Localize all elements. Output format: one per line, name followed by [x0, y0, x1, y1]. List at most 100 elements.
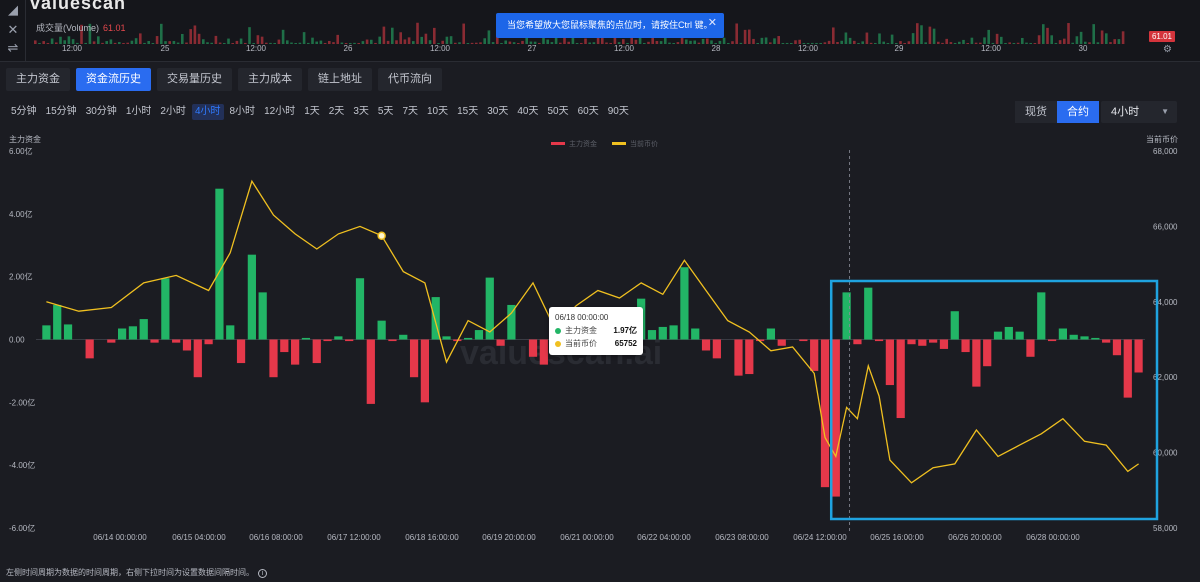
period-option[interactable]: 30分钟: [83, 104, 120, 120]
mini-time-tick: 26: [343, 44, 353, 53]
fund-flow-bar: [355, 278, 365, 340]
legend-label: 当前币价: [630, 139, 658, 148]
mini-volume-bar: [248, 27, 251, 44]
period-option[interactable]: 3天: [350, 104, 372, 120]
mini-volume-bar: [97, 36, 100, 44]
period-option[interactable]: 60天: [575, 104, 602, 120]
chevron-down-icon: ▼: [1161, 107, 1169, 116]
tab-3[interactable]: 主力成本: [238, 68, 302, 91]
tab-4[interactable]: 链上地址: [308, 68, 372, 91]
mini-time-tick: 28: [711, 44, 721, 53]
fund-flow-bar: [496, 339, 505, 346]
mini-volume-bar: [59, 36, 62, 44]
mini-time-axis: 12:00 25 12:00 26 12:00 27 12:00 28 12:00 29 12:00…: [0, 44, 1200, 58]
period-option[interactable]: 15分钟: [43, 104, 80, 120]
fund-flow-bar: [745, 339, 754, 375]
mini-volume-bar: [844, 32, 848, 44]
market-toggle: 现货 合约: [1015, 101, 1099, 123]
fund-flow-bar: [939, 339, 949, 349]
mini-volume-bar: [1079, 31, 1083, 44]
mini-volume-bar: [281, 29, 285, 44]
fund-flow-bar: [691, 328, 700, 340]
period-option[interactable]: 30天: [484, 104, 511, 120]
mini-volume-bar: [920, 25, 923, 44]
right-axis-tick: 68,000: [1153, 147, 1178, 156]
mini-volume-bar: [1100, 30, 1104, 44]
mini-volume-bar: [743, 29, 747, 44]
tab-1[interactable]: 资金流历史: [76, 68, 151, 91]
period-option[interactable]: 5天: [375, 104, 397, 120]
x-axis-tick: 06/15 04:00:00: [172, 533, 226, 542]
mini-volume-bar: [983, 37, 986, 44]
period-option[interactable]: 15天: [454, 104, 481, 120]
interval-select[interactable]: 4小时 ▼: [1101, 101, 1177, 123]
tab-0[interactable]: 主力资金: [6, 68, 70, 91]
period-option[interactable]: 2天: [326, 104, 348, 120]
volume-label: 成交量(Volume) 61.01: [36, 23, 126, 33]
close-icon[interactable]: ✕: [708, 11, 717, 36]
fund-flow-bar: [345, 339, 354, 342]
fund-flow-bar: [1123, 339, 1132, 398]
period-option[interactable]: 2小时: [157, 104, 189, 120]
price-badge: 61.01: [1149, 31, 1175, 42]
period-option[interactable]: 40天: [514, 104, 541, 120]
contract-button[interactable]: 合约: [1057, 101, 1099, 123]
logo-text: valuescan: [30, 0, 127, 13]
period-option[interactable]: 50天: [545, 104, 572, 120]
mini-volume-bar: [777, 36, 780, 44]
mini-time-tick: 12:00: [429, 44, 451, 53]
legend-swatch: [612, 142, 626, 145]
mini-volume-bar: [832, 27, 835, 44]
left-axis-tick: -2.00亿: [9, 397, 35, 407]
mini-volume-bar: [67, 36, 71, 44]
tooltip-price-label: 当前币价: [565, 339, 597, 348]
fund-flow-bar: [291, 339, 300, 365]
period-option[interactable]: 1小时: [123, 104, 155, 120]
chart-tooltip: 06/18 00:00:00 主力资金 1.97亿 当前币价 65752: [549, 307, 643, 355]
fund-flow-bar: [777, 339, 786, 346]
x-axis-tick: 06/16 08:00:00: [249, 533, 303, 542]
mini-volume-bar: [181, 33, 184, 44]
fund-flow-bar: [107, 339, 116, 343]
tab-2[interactable]: 交易量历史: [157, 68, 232, 91]
tab-5[interactable]: 代币流向: [378, 68, 442, 91]
mini-time-tick: 27: [527, 44, 537, 53]
drawing-tool-icon[interactable]: ✕: [5, 22, 21, 38]
x-axis-tick: 06/18 16:00:00: [405, 533, 459, 542]
fund-flow-bar: [669, 325, 678, 340]
price-dot: [555, 340, 561, 347]
spot-button[interactable]: 现货: [1015, 101, 1057, 123]
mini-volume-bar: [416, 22, 419, 44]
fund-flow-bar: [215, 188, 224, 340]
fund-flow-bar: [63, 324, 73, 340]
period-option[interactable]: 8小时: [227, 104, 259, 120]
mini-volume-bar: [214, 35, 218, 44]
fund-flow-bar: [464, 337, 473, 340]
period-option[interactable]: 7天: [399, 104, 421, 120]
fund-flow-bar: [658, 326, 667, 340]
fund-flow-bar: [972, 339, 981, 387]
settings-icon[interactable]: ⚙: [1163, 44, 1172, 55]
mini-volume-bar: [987, 29, 990, 44]
mini-volume-bar: [433, 27, 436, 44]
fund-flow-bar: [1037, 292, 1046, 340]
period-option[interactable]: 4小时: [191, 104, 224, 120]
tooltip-price-value: 65752: [614, 339, 637, 348]
mini-volume-bar: [1046, 27, 1049, 44]
mini-volume-bar: [139, 33, 142, 44]
legend-swatch: [551, 142, 565, 145]
mini-volume-bar: [155, 36, 159, 44]
fund-flow-bar: [377, 320, 386, 340]
period-option[interactable]: 90天: [605, 104, 632, 120]
period-option[interactable]: 1天: [301, 104, 323, 120]
period-option[interactable]: 10天: [424, 104, 451, 120]
mini-volume-bar: [995, 33, 999, 44]
period-option[interactable]: 5分钟: [8, 104, 40, 120]
period-option[interactable]: 12小时: [261, 104, 298, 120]
mini-time-tick: 29: [894, 44, 904, 53]
mini-volume-bar: [1105, 33, 1108, 44]
info-icon[interactable]: i: [258, 569, 267, 578]
fund-flow-bar: [539, 339, 548, 365]
mini-volume-bar: [1075, 36, 1079, 44]
x-axis-tick: 06/21 00:00:00: [560, 533, 614, 542]
